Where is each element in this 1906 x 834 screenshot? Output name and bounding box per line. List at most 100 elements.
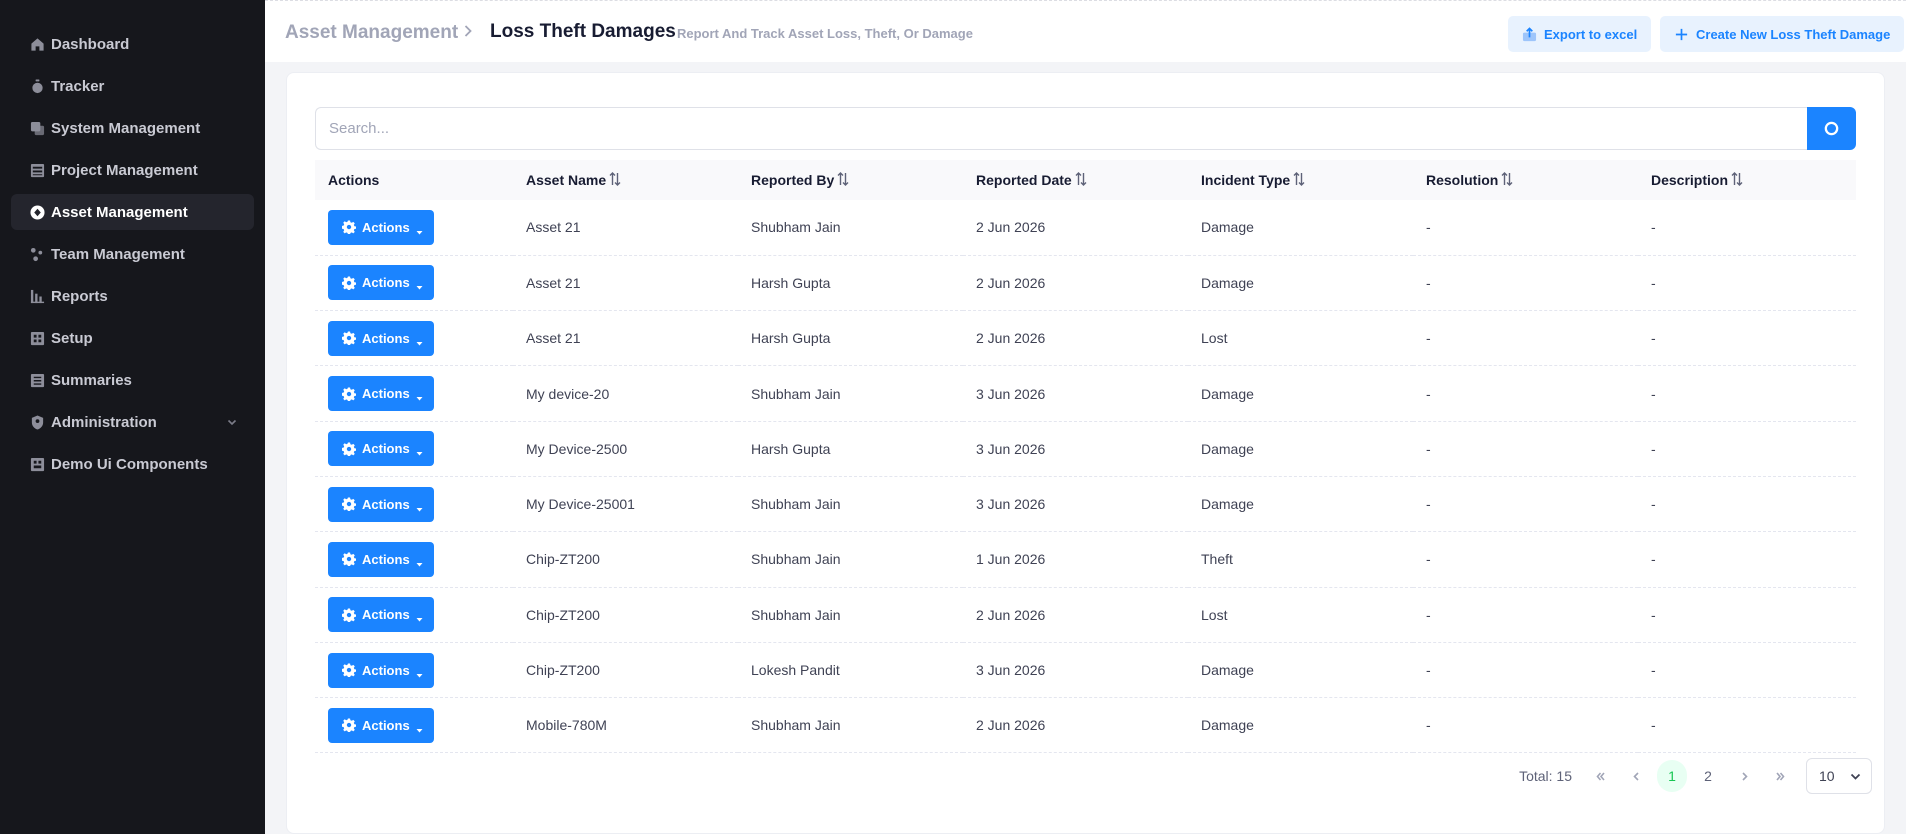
create-label: Create New Loss Theft Damage [1696,26,1891,42]
row-actions-label: Actions [362,219,410,235]
actions-cell: Actions [315,642,513,697]
export-icon [1522,26,1537,41]
sidebar-item-project-management[interactable]: Project Management [11,152,254,188]
asset-name-cell: My device-20 [526,385,610,402]
row-actions-button[interactable]: Actions [328,597,434,633]
last-page-button[interactable] [1763,760,1797,792]
gear-icon [341,331,357,347]
row-actions-button[interactable]: Actions [328,707,434,743]
search-icon [1824,121,1839,136]
caret-down-icon [416,611,423,622]
caret-down-icon [416,335,423,346]
sort-icon[interactable] [609,172,621,186]
document-icon [29,372,45,388]
table-row: Actions Chip-ZT200 Shubham Jain 2 Jun 2026 L… [315,587,1856,643]
asset-name-cell: Asset 21 [526,274,581,291]
caret-down-icon [416,501,423,512]
sidebar-item-label: Reports [51,287,108,305]
sort-icon[interactable] [1501,172,1513,186]
sidebar-item-label: Asset Management [51,203,188,221]
create-loss-theft-damage-button[interactable]: Create New Loss Theft Damage [1660,16,1905,52]
sort-icon[interactable] [837,172,849,186]
resolution-cell: - [1426,274,1431,291]
sidebar-item-setup[interactable]: Setup [11,320,254,356]
page-2-button[interactable]: 2 [1691,760,1725,792]
first-page-button[interactable] [1583,760,1617,792]
sort-icon[interactable] [1075,172,1087,186]
page-size-select[interactable]: 10 [1806,758,1872,794]
sidebar-item-label: Setup [51,329,93,347]
row-actions-button[interactable]: Actions [328,320,434,356]
incident-type-cell: Theft [1201,551,1233,568]
search-input[interactable] [315,107,1807,150]
incident-type-cell: Damage [1201,440,1254,457]
reported-date-cell: 2 Jun 2026 [976,274,1046,291]
description-cell: - [1651,440,1656,457]
asset-name-cell: Mobile-780M [526,717,607,734]
gear-icon [341,442,357,457]
row-actions-button[interactable]: Actions [328,209,434,245]
sidebar-item-system-management[interactable]: System Management [11,110,254,146]
reported-by-cell: Shubham Jain [751,551,841,568]
aperture-icon [29,204,45,220]
reported-by-cell: Shubham Jain [751,219,841,236]
table-header-row: Actions Asset Name Reported By Reported … [315,160,1856,200]
caret-down-icon [416,556,423,567]
resolution-cell: - [1426,717,1431,734]
sort-icon[interactable] [1731,172,1743,186]
column-header-reported-date[interactable]: Reported Date [963,160,1188,200]
next-page-button[interactable] [1727,760,1761,792]
description-cell: - [1651,219,1656,236]
sidebar-item-label: Tracker [51,77,105,95]
sort-icon[interactable] [1293,172,1305,186]
column-header-asset-name[interactable]: Asset Name [513,160,738,200]
breadcrumb-root[interactable]: Asset Management [285,22,458,44]
page-header: Asset Management Loss Theft Damages Repo… [265,0,1906,62]
resolution-cell: - [1426,219,1431,236]
description-cell: - [1651,385,1656,402]
row-actions-label: Actions [362,275,410,291]
asset-name-cell: Asset 21 [526,330,581,347]
reported-date-cell: 2 Jun 2026 [976,717,1046,734]
row-actions-button[interactable]: Actions [328,486,434,522]
row-actions-button[interactable]: Actions [328,652,434,688]
column-header-incident-type[interactable]: Incident Type [1188,160,1413,200]
export-to-excel-button[interactable]: Export to excel [1508,16,1652,52]
row-actions-button[interactable]: Actions [328,431,434,467]
chevron-down-icon[interactable] [226,415,240,429]
sidebar-item-team-management[interactable]: Team Management [11,236,254,272]
resolution-cell: - [1426,662,1431,679]
sidebar-item-summaries[interactable]: Summaries [11,362,254,398]
sidebar-item-dashboard[interactable]: Dashboard [11,26,254,62]
column-header-resolution[interactable]: Resolution [1413,160,1638,200]
row-actions-button[interactable]: Actions [328,265,434,301]
sidebar-item-label: Administration [51,413,157,431]
page-1-button[interactable]: 1 [1657,760,1687,792]
asset-name-cell: Chip-ZT200 [526,551,600,568]
sidebar-item-asset-management[interactable]: Asset Management [11,194,254,230]
row-actions-button[interactable]: Actions [328,541,434,577]
row-actions-label: Actions [362,551,410,567]
column-header-description[interactable]: Description [1638,160,1856,200]
sidebar-item-administration[interactable]: Administration [11,404,254,440]
sidebar-item-reports[interactable]: Reports [11,278,254,314]
actions-cell: Actions [315,698,513,753]
search-bar [315,107,1856,150]
sidebar-item-demo-ui-components[interactable]: Demo Ui Components [11,446,254,482]
asset-name-cell: Chip-ZT200 [526,662,600,679]
reported-by-cell: Harsh Gupta [751,330,831,347]
previous-page-button[interactable] [1619,760,1653,792]
reported-by-cell: Shubham Jain [751,496,841,513]
description-cell: - [1651,717,1656,734]
column-header-reported-by[interactable]: Reported By [738,160,963,200]
export-label: Export to excel [1544,26,1638,42]
total-count: Total: 15 [1519,768,1572,784]
reported-by-cell: Harsh Gupta [751,440,831,457]
description-cell: - [1651,496,1656,513]
row-actions-button[interactable]: Actions [328,376,434,412]
search-button[interactable] [1807,107,1856,150]
description-cell: - [1651,551,1656,568]
reported-date-cell: 2 Jun 2026 [976,219,1046,236]
people-icon [29,246,45,262]
sidebar-item-tracker[interactable]: Tracker [11,68,254,104]
